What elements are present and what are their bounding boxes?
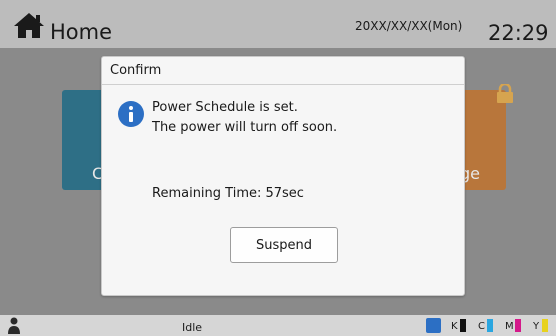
info-icon [118, 101, 144, 127]
toner-icon[interactable] [426, 318, 441, 333]
time-display: 22:29 [488, 21, 549, 45]
date-display: 20XX/XX/XX(Mon) [355, 19, 463, 33]
header-bar: Home 20XX/XX/XX(Mon) 22:29 [0, 0, 556, 48]
dialog-message-line2: The power will turn off soon. [152, 120, 338, 135]
toner-y-level [542, 319, 548, 332]
machine-status: Idle [182, 321, 203, 334]
toner-c-level [487, 319, 493, 332]
dialog-message-line1: Power Schedule is set. [152, 100, 298, 115]
confirm-dialog: Confirm Power Schedule is set. The power… [101, 56, 465, 296]
toner-k-label: K [451, 321, 458, 332]
remaining-time: Remaining Time: 57sec [152, 186, 304, 201]
toner-m-level [515, 319, 521, 332]
user-icon[interactable] [8, 317, 20, 334]
home-icon[interactable] [12, 11, 46, 39]
toner-c-label: C [478, 321, 485, 332]
toner-y-label: Y [533, 321, 540, 332]
toner-m-label: M [505, 321, 514, 332]
suspend-button[interactable]: Suspend [230, 227, 338, 263]
page-title: Home [50, 20, 113, 44]
lock-icon [497, 84, 513, 103]
dialog-title: Confirm [102, 57, 464, 85]
toner-k-level [460, 319, 466, 332]
status-bar: Idle K C M Y [0, 315, 556, 336]
